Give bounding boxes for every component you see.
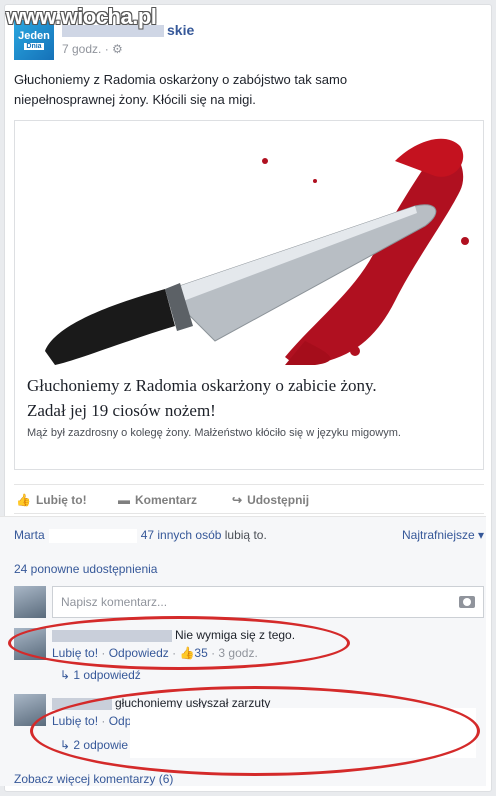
shares-link[interactable]: 24 ponowne udostępnienia <box>14 562 157 576</box>
globe-icon: ⚙ <box>112 42 123 56</box>
liker-name[interactable]: Marta <box>14 528 45 542</box>
more-comments-link[interactable]: Zobacz więcej komentarzy (6) <box>14 772 173 786</box>
annotation-circle <box>8 616 350 670</box>
knife-handle <box>45 289 175 365</box>
share-icon: ↪ <box>232 493 243 507</box>
user-avatar[interactable] <box>14 586 46 618</box>
post-actions: 👍 Lubię to! ▬ Komentarz ↪ Udostępnij <box>14 484 484 514</box>
view-replies-1[interactable]: ↳ 1 odpowiedź <box>60 668 141 682</box>
post-text: Głuchoniemy z Radomia oskarżony o zabójs… <box>14 72 348 107</box>
camera-icon[interactable] <box>459 596 475 608</box>
like-button[interactable]: 👍 Lubię to! <box>16 493 87 507</box>
watermark: www.wiocha.pl <box>6 4 157 29</box>
thumbs-up-icon: 👍 <box>16 493 31 507</box>
comment-icon: ▬ <box>118 493 130 507</box>
reply-arrow-icon: ↳ <box>60 668 74 682</box>
comment-input[interactable]: Napisz komentarz... <box>52 586 484 618</box>
link-preview[interactable]: Głuchoniemy z Radomia oskarżony o zabici… <box>14 120 484 470</box>
redacted-liker <box>48 528 137 543</box>
share-button[interactable]: ↪ Udostępnij <box>232 493 309 507</box>
post-timestamp[interactable]: 7 godz. · ⚙ <box>62 42 123 56</box>
link-title[interactable]: Głuchoniemy z Radomia oskarżony o zabici… <box>27 373 473 423</box>
page-logo-badge: Dnia <box>24 43 44 50</box>
link-description: Mąż był zazdrosny o kolegę żony. Małżeńs… <box>27 427 401 439</box>
annotation-circle <box>30 686 480 776</box>
likes-others[interactable]: 47 innych osób <box>141 528 222 542</box>
sort-dropdown[interactable]: Najtrafniejsze ▾ <box>402 528 484 542</box>
comment-button[interactable]: ▬ Komentarz <box>118 493 197 507</box>
page-logo-text: Jeden <box>18 30 50 42</box>
likes-summary: Marta 47 innych osób lubią to. <box>14 528 267 543</box>
knife-image[interactable] <box>15 121 483 365</box>
